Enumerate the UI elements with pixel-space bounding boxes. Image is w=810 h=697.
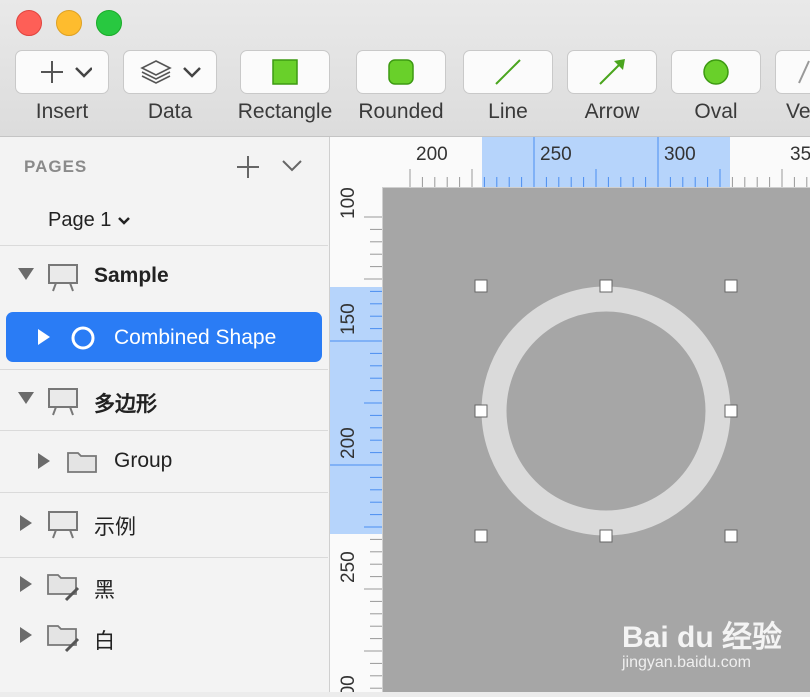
watermark-logo: Bai du 经验 — [622, 621, 783, 654]
data-label: Data — [147, 100, 193, 123]
ruler-tick-label: 300 — [338, 675, 359, 692]
vertical-ruler-svg: 100 150 200 250 300 — [330, 187, 382, 697]
ruler-tick-label: 200 — [338, 427, 359, 459]
artboard-icon — [48, 388, 78, 416]
layer-label: 白 — [94, 630, 115, 653]
ruler-tick-label: 150 — [338, 303, 359, 335]
resize-handle[interactable] — [474, 279, 488, 293]
resize-handle[interactable] — [724, 279, 738, 293]
layer-label: Group — [114, 449, 173, 472]
layer-row-polygon[interactable]: 多边形 — [0, 369, 328, 429]
resize-handle[interactable] — [474, 404, 488, 418]
layer-label: Combined Shape — [114, 326, 277, 349]
arrow-icon — [599, 59, 625, 85]
oval-label: Oval — [694, 100, 738, 123]
ruler-tick-label: 100 — [338, 187, 359, 219]
rounded-rectangle-icon — [388, 59, 414, 85]
layer-label: 黑 — [94, 579, 115, 602]
rectangle-label: Rectangle — [237, 100, 333, 123]
zoom-window-button[interactable] — [96, 10, 122, 36]
toolbar: Insert Data Rectangle Rounded Line Arrow… — [0, 0, 810, 137]
vector-button[interactable] — [775, 50, 810, 94]
current-page-label: Page 1 — [48, 209, 112, 231]
rectangle-icon — [272, 59, 298, 85]
oval-icon — [703, 59, 729, 85]
symbol-folder-icon — [47, 625, 80, 653]
rounded-label: Rounded — [358, 100, 444, 123]
combined-shape-ring[interactable] — [481, 286, 731, 536]
layers-sidebar: PAGES Page 1 Sample Combined Shape 多边形 G… — [0, 137, 330, 692]
layers-icon — [140, 60, 201, 84]
ruler-tick-label: 200 — [416, 144, 448, 165]
vertical-ruler[interactable]: 100 150 200 250 300 — [330, 187, 383, 697]
layer-row-combined-shape[interactable]: Combined Shape — [6, 312, 322, 362]
layer-row-sample[interactable]: Sample — [0, 245, 328, 305]
resize-handle[interactable] — [724, 529, 738, 543]
layer-row-example[interactable]: 示例 — [0, 492, 328, 552]
combined-shape-icon — [71, 326, 95, 350]
layer-label: Sample — [94, 264, 169, 287]
rectangle-button[interactable] — [240, 50, 330, 94]
horizontal-ruler[interactable]: 200 250 300 35 — [330, 137, 810, 188]
insert-label: Insert — [35, 100, 89, 123]
layer-row-black[interactable]: 黑 — [0, 557, 328, 609]
resize-handle[interactable] — [599, 529, 613, 543]
layer-row-white[interactable]: 白 — [0, 609, 328, 661]
vector-label: Ve — [786, 100, 810, 123]
folder-icon — [67, 452, 97, 473]
vector-icon — [798, 60, 810, 84]
resize-handle[interactable] — [474, 529, 488, 543]
resize-handle[interactable] — [599, 279, 613, 293]
disclosure-collapsed-icon[interactable] — [38, 329, 50, 345]
disclosure-collapsed-icon[interactable] — [38, 453, 50, 469]
disclosure-expanded-icon[interactable] — [18, 268, 34, 280]
pages-title: PAGES — [24, 157, 88, 176]
chevron-down-icon[interactable] — [281, 159, 303, 173]
close-window-button[interactable] — [16, 10, 42, 36]
oval-button[interactable] — [671, 50, 761, 94]
symbol-folder-icon — [47, 574, 80, 602]
ruler-tick-label: 250 — [540, 144, 572, 165]
selection-handles — [474, 279, 738, 543]
ruler-tick-label: 250 — [338, 551, 359, 583]
arrow-button[interactable] — [567, 50, 657, 94]
layer-label: 多边形 — [94, 393, 157, 416]
arrow-label: Arrow — [584, 100, 640, 123]
add-page-icon[interactable] — [236, 155, 260, 179]
chevron-down-icon — [118, 216, 131, 225]
disclosure-collapsed-icon[interactable] — [20, 627, 32, 643]
plus-icon — [41, 61, 92, 83]
ruler-tick-label: 35 — [790, 144, 810, 165]
artboard-icon — [48, 264, 78, 292]
artboard-icon — [48, 511, 78, 539]
insert-button[interactable] — [15, 50, 109, 94]
disclosure-collapsed-icon[interactable] — [20, 515, 32, 531]
layer-label: 示例 — [94, 516, 136, 539]
watermark-url: jingyan.baidu.com — [622, 654, 751, 671]
ruler-tick-label: 300 — [664, 144, 696, 165]
rounded-button[interactable] — [356, 50, 446, 94]
layer-row-group[interactable]: Group — [0, 430, 328, 490]
data-button[interactable] — [123, 50, 217, 94]
line-icon — [495, 59, 521, 85]
page-selector[interactable]: Page 1 — [48, 209, 131, 232]
minimize-window-button[interactable] — [56, 10, 82, 36]
line-button[interactable] — [463, 50, 553, 94]
disclosure-collapsed-icon[interactable] — [20, 576, 32, 592]
horizontal-ruler-svg: 200 250 300 35 — [409, 137, 810, 187]
disclosure-expanded-icon[interactable] — [18, 392, 34, 404]
resize-handle[interactable] — [724, 404, 738, 418]
line-label: Line — [488, 100, 528, 123]
